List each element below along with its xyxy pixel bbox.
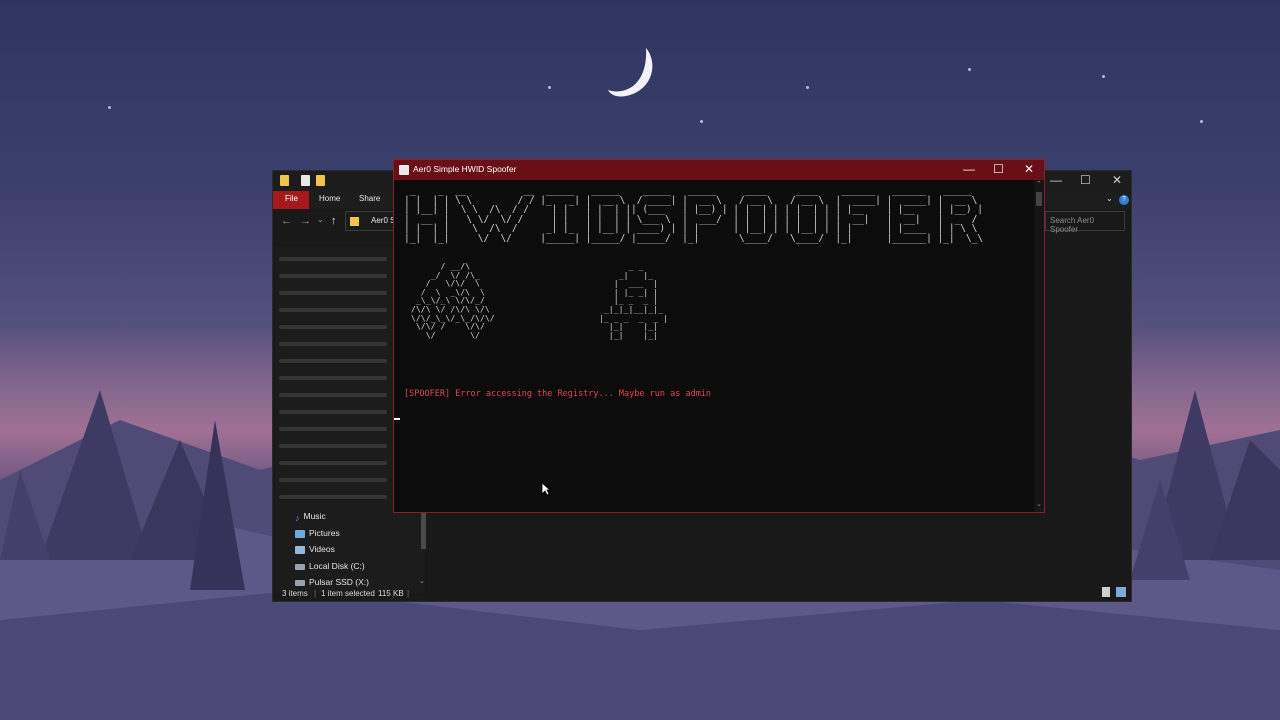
sidebar-item-label: Pulsar SSD (X:): [309, 577, 369, 587]
details-view-icon[interactable]: [1102, 587, 1110, 597]
blurred-nav-item: [279, 342, 387, 346]
scrollbar-thumb[interactable]: [1036, 192, 1042, 206]
scroll-up-icon[interactable]: ⌃: [1036, 180, 1042, 188]
star: [1200, 120, 1203, 123]
console-app-icon: [399, 165, 409, 175]
explorer-minimize-button[interactable]: —: [1050, 173, 1062, 187]
star: [806, 86, 809, 89]
sidebar-item-music[interactable]: ♪ Music: [295, 511, 326, 523]
sidebar-item-label: Music: [303, 511, 326, 521]
star: [1102, 75, 1105, 78]
up-arrow-icon[interactable]: ↑: [331, 215, 337, 227]
console-window[interactable]: Aer0 Simple HWID Spoofer — ☐ ✕ _ _ __ __…: [393, 159, 1045, 513]
ribbon-expand-icon[interactable]: ⌄: [1106, 194, 1113, 203]
blurred-nav-item: [279, 393, 387, 397]
sidebar-item-label: Videos: [309, 544, 335, 554]
disk-icon: [295, 579, 305, 586]
blurred-nav-item: [279, 274, 387, 278]
console-title-bar[interactable]: Aer0 Simple HWID Spoofer — ☐ ✕: [394, 160, 1044, 180]
star: [968, 68, 971, 71]
tiles-view-icon[interactable]: [1116, 587, 1126, 597]
tab-file[interactable]: File: [273, 191, 309, 209]
mouse-cursor-icon: [541, 482, 551, 496]
moon-icon: [608, 48, 653, 97]
blurred-nav-item: [279, 325, 387, 329]
scroll-down-icon[interactable]: ⌄: [419, 577, 425, 585]
sidebar-item-label: Local Disk (C:): [309, 561, 365, 571]
new-folder-icon[interactable]: [316, 175, 325, 186]
console-close-button[interactable]: ✕: [1024, 162, 1034, 176]
selection-size: 115 KB: [378, 589, 404, 598]
ascii-art-gears: / __/\ _/ \/ /\_ / \/\/ \ / \ _\/\ \ _\_…: [410, 261, 495, 340]
folder-icon: [280, 175, 289, 186]
blurred-nav-item: [279, 444, 387, 448]
blurred-nav-item: [279, 478, 387, 482]
sidebar-item-videos[interactable]: Videos: [295, 544, 335, 554]
tab-file-label: File: [285, 194, 298, 203]
blurred-nav-item: [279, 359, 387, 363]
search-placeholder: Search Aer0 Spoofer: [1050, 216, 1095, 234]
sidebar-item-label: Pictures: [309, 528, 340, 538]
forward-arrow-icon[interactable]: →: [300, 215, 311, 227]
blurred-nav-item: [279, 376, 387, 380]
blurred-nav-item: [279, 308, 387, 312]
blurred-nav-item: [279, 495, 387, 499]
text-cursor: [394, 418, 400, 420]
console-maximize-button[interactable]: ☐: [993, 162, 1004, 176]
pictures-icon: [295, 529, 305, 538]
explorer-status-bar: 3 items | 1 item selected 115 KB |: [273, 587, 1131, 601]
star: [548, 86, 551, 89]
console-scrollbar[interactable]: ⌃ ⌄: [1034, 180, 1044, 512]
disk-icon: [295, 563, 305, 570]
selection-count: 1 item selected: [321, 589, 375, 598]
properties-icon[interactable]: [301, 175, 310, 186]
help-icon[interactable]: ?: [1119, 195, 1129, 205]
scrollbar-thumb[interactable]: [421, 513, 426, 549]
hwid-spoofer-ascii-banner: _ _ __ __ _____ _____ _____ _____ ____ _…: [404, 185, 983, 244]
blurred-nav-item: [279, 427, 387, 431]
error-message: [SPOOFER] Error accessing the Registry..…: [404, 389, 712, 399]
back-arrow-icon[interactable]: ←: [281, 215, 292, 227]
music-icon: ♪: [295, 512, 300, 523]
star: [108, 106, 111, 109]
tab-share[interactable]: Share: [359, 194, 380, 203]
blurred-nav-item: [279, 461, 387, 465]
address-folder-icon: [350, 217, 359, 226]
sidebar-item-pulsar-ssd[interactable]: Pulsar SSD (X:): [295, 577, 369, 587]
blurred-nav-item: [279, 410, 387, 414]
sidebar-item-pictures[interactable]: Pictures: [295, 528, 340, 538]
status-separator: |: [314, 589, 317, 598]
blurred-nav-item: [279, 291, 387, 295]
explorer-close-button[interactable]: ✕: [1112, 173, 1122, 187]
sidebar-item-local-disk[interactable]: Local Disk (C:): [295, 561, 365, 571]
navigation-pane-scrollbar[interactable]: ⌄: [419, 513, 427, 593]
item-count: 3 items: [282, 589, 308, 598]
ascii-art-machine: _ _ _| |_ | ___ | | |_ _| | |_ _ _ | _|_…: [598, 261, 668, 340]
videos-icon: [295, 545, 305, 554]
search-input[interactable]: Search Aer0 Spoofer: [1045, 211, 1125, 234]
recent-dropdown-icon[interactable]: ⌄: [317, 215, 324, 224]
tab-home[interactable]: Home: [319, 194, 340, 203]
console-output[interactable]: _ _ __ __ _____ _____ _____ _____ ____ _…: [394, 180, 1034, 512]
status-separator: |: [407, 589, 410, 598]
star: [700, 120, 703, 123]
explorer-maximize-button[interactable]: ☐: [1080, 173, 1091, 187]
console-title: Aer0 Simple HWID Spoofer: [413, 164, 517, 174]
console-minimize-button[interactable]: —: [963, 162, 975, 176]
blurred-nav-item: [279, 257, 387, 261]
scroll-down-icon[interactable]: ⌄: [1036, 500, 1042, 508]
